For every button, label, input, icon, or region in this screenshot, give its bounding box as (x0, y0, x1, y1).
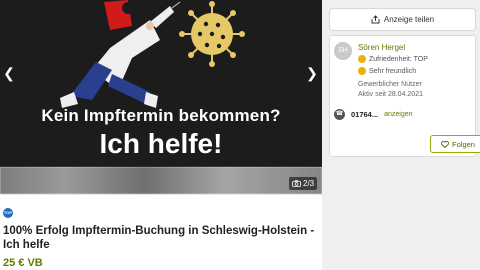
show-phone-link[interactable]: anzeigen (384, 111, 412, 118)
seller-active-since: Aktiv seit 28.04.2021 (358, 91, 423, 98)
phone-number: 01764... (351, 110, 379, 119)
listing-price: 25 € VB (3, 257, 43, 269)
seller-type: Gewerblicher Nutzer (358, 81, 422, 88)
satisfaction-badge: Zufriedenheit: TOP (358, 55, 428, 63)
friendly-icon (358, 67, 366, 75)
avatar[interactable]: SH (334, 42, 352, 60)
share-ad-label: Anzeige teilen (383, 15, 435, 24)
top-badge: TOP (3, 208, 13, 218)
ad-headline-line2: Ich helfe! (99, 128, 223, 159)
image-gallery[interactable]: Kein Impftermin bekommen? Ich helfe! ❮ ❯ (0, 0, 322, 167)
image-counter-text: 2/3 (303, 179, 315, 188)
chevron-left-icon[interactable]: ❮ (2, 66, 16, 80)
chevron-right-icon[interactable]: ❯ (305, 66, 319, 80)
heart-icon (441, 140, 450, 148)
seller-card: SH Sören Hergel Zufriedenheit: TOP Sehr … (329, 35, 480, 157)
share-icon (371, 15, 380, 24)
follow-label: Folgen (452, 139, 475, 149)
phone-row: ☎ 01764... anzeigen (334, 109, 413, 120)
seller-name-link[interactable]: Sören Hergel (358, 43, 405, 52)
image-counter: 2/3 (289, 177, 318, 190)
friendly-label: Sehr freundlich (369, 67, 417, 75)
friendly-badge: Sehr freundlich (358, 67, 416, 75)
smiley-icon (358, 55, 366, 63)
listing-title: 100% Erfolg Impftermin-Buchung in Schles… (3, 225, 315, 251)
virus-illustration (179, 1, 245, 67)
doctor-illustration (60, 0, 181, 108)
follow-button[interactable]: Folgen (430, 135, 480, 153)
main-column: Kein Impftermin bekommen? Ich helfe! ❮ ❯… (0, 0, 322, 270)
thumbnail-strip[interactable] (0, 167, 322, 194)
share-ad-button[interactable]: Anzeige teilen (329, 8, 476, 31)
sidebar: Anzeige teilen SH Sören Hergel Zufrieden… (322, 0, 480, 270)
phone-icon: ☎ (334, 109, 345, 120)
ad-illustration (60, 0, 245, 108)
camera-icon (292, 180, 301, 187)
ad-headline-line1: Kein Impftermin bekommen? (41, 106, 281, 125)
satisfaction-label: Zufriedenheit: TOP (369, 55, 428, 63)
